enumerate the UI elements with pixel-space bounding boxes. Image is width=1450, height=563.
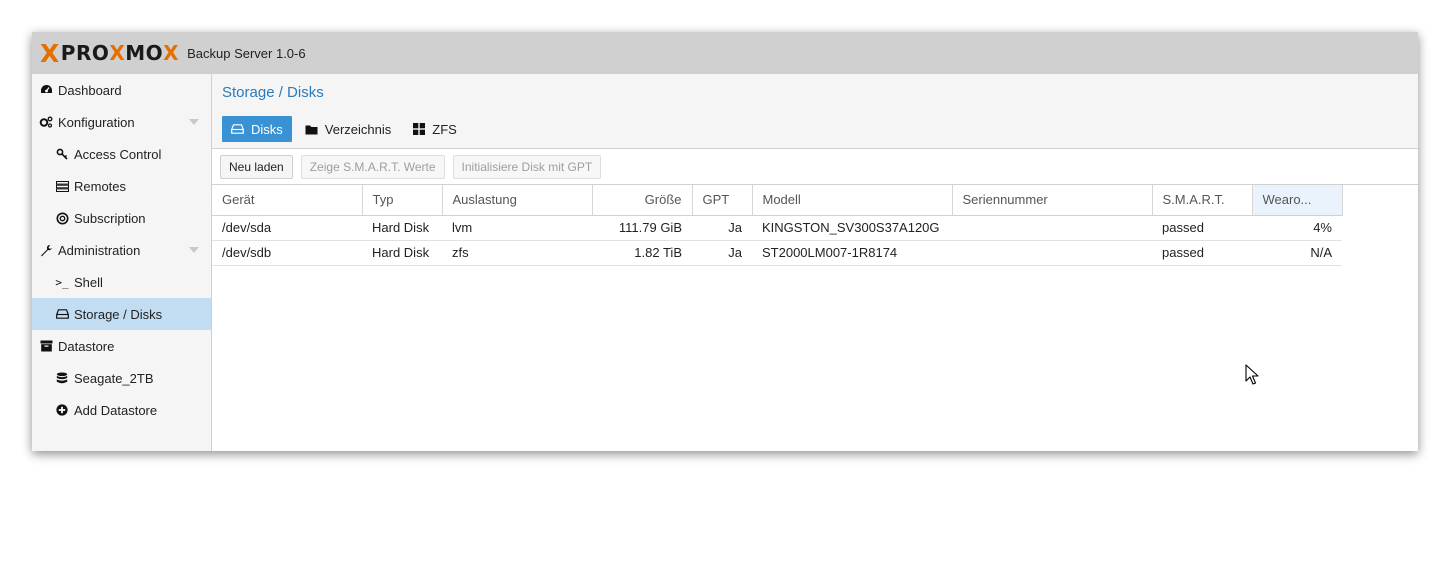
cell-wearout: 4% xyxy=(1252,215,1342,241)
dashboard-icon xyxy=(39,83,53,97)
tab-label: ZFS xyxy=(432,121,457,137)
plus-circle-icon xyxy=(55,403,69,417)
hdd-icon xyxy=(55,307,69,321)
sidebar-item-remotes[interactable]: Remotes xyxy=(32,170,211,202)
tab-label: Verzeichnis xyxy=(324,121,392,137)
toolbar: Neu laden Zeige S.M.A.R.T. Werte Initial… xyxy=(212,149,1418,185)
chevron-down-icon[interactable] xyxy=(189,119,199,125)
sidebar-item-label: Shell xyxy=(74,274,103,290)
table-header-row: Gerät Typ Auslastung Größe GPT Modell Se… xyxy=(212,185,1343,216)
tab-label: Disks xyxy=(251,121,283,137)
tab-verzeichnis[interactable]: Verzeichnis xyxy=(296,116,400,142)
column-header-gpt[interactable]: GPT xyxy=(692,185,753,216)
proxmox-logo: X PRO X MO X xyxy=(40,39,179,68)
cell-size: 1.82 TiB xyxy=(592,240,692,266)
sidebar-item-dashboard[interactable]: Dashboard xyxy=(32,74,211,106)
tab-zfs[interactable]: ZFS xyxy=(404,116,466,142)
header-bar: X PRO X MO X Backup Server 1.0-6 xyxy=(32,32,1418,74)
column-header-model[interactable]: Modell xyxy=(752,185,953,216)
sidebar-item-label: Dashboard xyxy=(58,82,122,98)
sidebar-item-label: Konfiguration xyxy=(58,114,135,130)
cell-type: Hard Disk xyxy=(362,240,442,266)
table-row[interactable]: /dev/sdb Hard Disk zfs 1.82 TiB Ja ST200… xyxy=(212,240,1342,266)
column-header-device[interactable]: Gerät xyxy=(212,185,363,216)
column-header-usage[interactable]: Auslastung xyxy=(442,185,593,216)
logo-x-letter-end: X xyxy=(163,41,180,65)
sidebar-item-shell[interactable]: >_ Shell xyxy=(32,266,211,298)
table-row[interactable]: /dev/sda Hard Disk lvm 111.79 GiB Ja KIN… xyxy=(212,215,1342,241)
sidebar-item-add-datastore[interactable]: Add Datastore xyxy=(32,394,211,426)
app-window: X PRO X MO X Backup Server 1.0-6 Dashboa… xyxy=(32,32,1418,451)
sidebar-item-label: Datastore xyxy=(58,338,115,354)
sidebar-item-label: Subscription xyxy=(74,210,146,226)
sidebar-item-subscription[interactable]: Subscription xyxy=(32,202,211,234)
column-header-size[interactable]: Größe xyxy=(592,185,693,216)
logo-x-letter: X xyxy=(109,41,126,65)
title-bar: Storage / Disks Disks Verzeichnis ZFS xyxy=(212,74,1418,149)
sidebar-nav: Dashboard Konfiguration Access Control R… xyxy=(32,74,212,451)
column-header-serial[interactable]: Seriennummer xyxy=(952,185,1153,216)
sidebar-item-label: Administration xyxy=(58,242,141,258)
cell-device: /dev/sdb xyxy=(212,240,362,266)
sidebar-item-label: Storage / Disks xyxy=(74,306,163,322)
cell-smart: passed xyxy=(1152,240,1252,266)
server-icon xyxy=(55,179,69,193)
cell-device: /dev/sda xyxy=(212,215,362,241)
logo-x-mark: X xyxy=(40,38,60,68)
key-icon xyxy=(55,147,69,161)
cogs-icon xyxy=(39,115,53,129)
sidebar-item-seagate-2tb[interactable]: Seagate_2TB xyxy=(32,362,211,394)
th-large-icon xyxy=(413,123,426,135)
page-title: Storage / Disks xyxy=(222,84,324,101)
cell-model: ST2000LM007-1R8174 xyxy=(752,240,952,266)
sidebar-item-storage-disks[interactable]: Storage / Disks xyxy=(32,298,211,330)
logo-text-mo: MO xyxy=(125,41,164,65)
column-header-type[interactable]: Typ xyxy=(362,185,443,216)
sidebar-item-access-control[interactable]: Access Control xyxy=(32,138,211,170)
cell-model: KINGSTON_SV300S37A120G xyxy=(752,215,952,241)
folder-icon xyxy=(305,124,318,135)
wrench-icon xyxy=(39,243,53,257)
hdd-icon xyxy=(231,124,244,134)
tab-disks[interactable]: Disks xyxy=(222,116,292,142)
cell-usage: lvm xyxy=(442,215,592,241)
archive-icon xyxy=(39,339,53,353)
show-smart-button[interactable]: Zeige S.M.A.R.T. Werte xyxy=(300,154,445,179)
sidebar-item-datastore[interactable]: Datastore xyxy=(32,330,211,362)
sidebar-item-label: Remotes xyxy=(74,178,127,194)
reload-button[interactable]: Neu laden xyxy=(220,154,293,179)
sidebar-item-konfiguration[interactable]: Konfiguration xyxy=(32,106,211,138)
cell-gpt: Ja xyxy=(692,240,752,266)
cell-smart: passed xyxy=(1152,215,1252,241)
support-icon xyxy=(55,211,69,225)
terminal-icon: >_ xyxy=(55,275,69,289)
disks-table: Gerät Typ Auslastung Größe GPT Modell Se… xyxy=(212,185,1343,266)
cell-wearout: N/A xyxy=(1252,240,1342,266)
logo-text-pro: PRO xyxy=(60,41,110,65)
column-header-wearout[interactable]: Wearo... xyxy=(1252,185,1343,216)
chevron-down-icon[interactable] xyxy=(189,247,199,253)
cell-usage: zfs xyxy=(442,240,592,266)
tab-bar: Disks Verzeichnis ZFS xyxy=(222,116,470,142)
cell-gpt: Ja xyxy=(692,215,752,241)
sidebar-item-label: Add Datastore xyxy=(74,402,158,418)
cell-serial xyxy=(952,215,1152,241)
cell-type: Hard Disk xyxy=(362,215,442,241)
product-version: Backup Server 1.0-6 xyxy=(187,45,306,61)
sidebar-item-label: Access Control xyxy=(74,146,162,162)
sidebar-item-administration[interactable]: Administration xyxy=(32,234,211,266)
init-gpt-button[interactable]: Initialisiere Disk mit GPT xyxy=(452,154,602,179)
sidebar-item-label: Seagate_2TB xyxy=(74,370,154,386)
cell-size: 111.79 GiB xyxy=(592,215,692,241)
main-panel: Storage / Disks Disks Verzeichnis ZFS Ne… xyxy=(212,74,1418,451)
cell-serial xyxy=(952,240,1152,266)
column-header-smart[interactable]: S.M.A.R.T. xyxy=(1152,185,1253,216)
mouse-pointer-icon xyxy=(1245,364,1259,385)
database-icon xyxy=(55,371,69,385)
